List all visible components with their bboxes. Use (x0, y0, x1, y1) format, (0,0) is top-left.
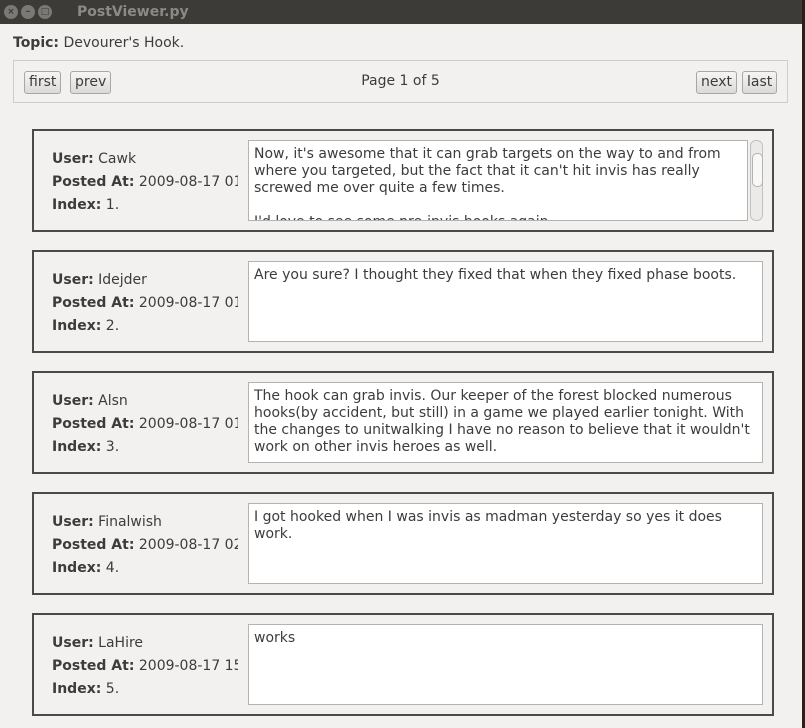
post-index: Index: 3. (52, 436, 238, 459)
post-date: Posted At: 2009-08-17 01:4 (52, 413, 238, 436)
post-meta: User: Idejder Posted At: 2009-08-17 01:3… (52, 269, 238, 338)
user-label: User: (52, 151, 94, 167)
post-card: User: Cawk Posted At: 2009-08-17 01:3 In… (32, 129, 774, 232)
index-value: 2. (105, 318, 120, 334)
post-index: Index: 4. (52, 557, 238, 580)
maximize-icon[interactable]: □ (38, 5, 52, 19)
last-button[interactable]: last (742, 71, 778, 94)
index-label: Index: (52, 560, 102, 576)
posted-label: Posted At: (52, 658, 135, 674)
post-card: User: Alsn Posted At: 2009-08-17 01:4 In… (32, 371, 774, 474)
window-title: PostViewer.py (77, 4, 189, 20)
app-window: × – □ PostViewer.py Topic: Devourer's Ho… (0, 0, 802, 728)
index-value: 4. (105, 560, 120, 576)
post-date: Posted At: 2009-08-17 01:3 (52, 292, 238, 315)
user-value: LaHire (98, 635, 144, 651)
post-text[interactable]: Now, it's awesome that it can grab targe… (248, 140, 748, 221)
posted-value: 2009-08-17 01:3 (138, 295, 238, 311)
index-value: 3. (105, 439, 120, 455)
page-indicator: Page 1 of 5 (361, 73, 440, 89)
posted-label: Posted At: (52, 537, 135, 553)
post-index: Index: 2. (52, 315, 238, 338)
post-user: User: Idejder (52, 269, 238, 292)
scrollbar[interactable] (750, 140, 763, 221)
posted-value: 2009-08-17 02:3 (138, 537, 238, 553)
prev-button[interactable]: prev (70, 71, 112, 94)
user-value: Cawk (98, 151, 137, 167)
scrollbar-thumb[interactable] (752, 153, 763, 187)
index-label: Index: (52, 439, 102, 455)
pagination-bar: Page 1 of 5 first prev next last (13, 60, 788, 103)
user-label: User: (52, 635, 94, 651)
user-value: Idejder (98, 272, 147, 288)
post-user: User: LaHire (52, 632, 238, 655)
title-bar: × – □ PostViewer.py (0, 0, 802, 24)
post-date: Posted At: 2009-08-17 15:3 (52, 655, 238, 678)
posted-value: 2009-08-17 15:3 (138, 658, 238, 674)
next-button[interactable]: next (696, 71, 738, 94)
posted-label: Posted At: (52, 295, 135, 311)
index-label: Index: (52, 681, 102, 697)
post-meta: User: Finalwish Posted At: 2009-08-17 02… (52, 511, 238, 580)
topic-label: Topic: (13, 35, 60, 51)
topic: Topic: Devourer's Hook. (13, 35, 184, 51)
post-text[interactable]: Are you sure? I thought they fixed that … (248, 261, 763, 342)
user-label: User: (52, 272, 94, 288)
user-label: User: (52, 393, 94, 409)
post-text[interactable]: I got hooked when I was invis as madman … (248, 503, 763, 584)
post-index: Index: 1. (52, 194, 238, 217)
post-user: User: Alsn (52, 390, 238, 413)
post-text[interactable]: works (248, 624, 763, 705)
posted-value: 2009-08-17 01:3 (138, 174, 238, 190)
post-card: User: Finalwish Posted At: 2009-08-17 02… (32, 492, 774, 595)
minimize-icon[interactable]: – (21, 5, 35, 19)
post-meta: User: Alsn Posted At: 2009-08-17 01:4 In… (52, 390, 238, 459)
post-user: User: Cawk (52, 148, 238, 171)
post-text[interactable]: The hook can grab invis. Our keeper of t… (248, 382, 763, 463)
index-label: Index: (52, 197, 102, 213)
user-label: User: (52, 514, 94, 530)
topic-value: Devourer's Hook. (63, 35, 185, 51)
index-label: Index: (52, 318, 102, 334)
posted-label: Posted At: (52, 174, 135, 190)
post-meta: User: LaHire Posted At: 2009-08-17 15:3 … (52, 632, 238, 701)
user-value: Finalwish (98, 514, 162, 530)
post-index: Index: 5. (52, 678, 238, 701)
posted-value: 2009-08-17 01:4 (138, 416, 238, 432)
post-card: User: LaHire Posted At: 2009-08-17 15:3 … (32, 613, 774, 716)
first-button[interactable]: first (24, 71, 62, 94)
post-user: User: Finalwish (52, 511, 238, 534)
post-date: Posted At: 2009-08-17 02:3 (52, 534, 238, 557)
close-icon[interactable]: × (4, 5, 18, 19)
index-value: 1. (105, 197, 120, 213)
user-value: Alsn (98, 393, 128, 409)
posted-label: Posted At: (52, 416, 135, 432)
post-card: User: Idejder Posted At: 2009-08-17 01:3… (32, 250, 774, 353)
post-meta: User: Cawk Posted At: 2009-08-17 01:3 In… (52, 148, 238, 217)
index-value: 5. (105, 681, 120, 697)
post-date: Posted At: 2009-08-17 01:3 (52, 171, 238, 194)
